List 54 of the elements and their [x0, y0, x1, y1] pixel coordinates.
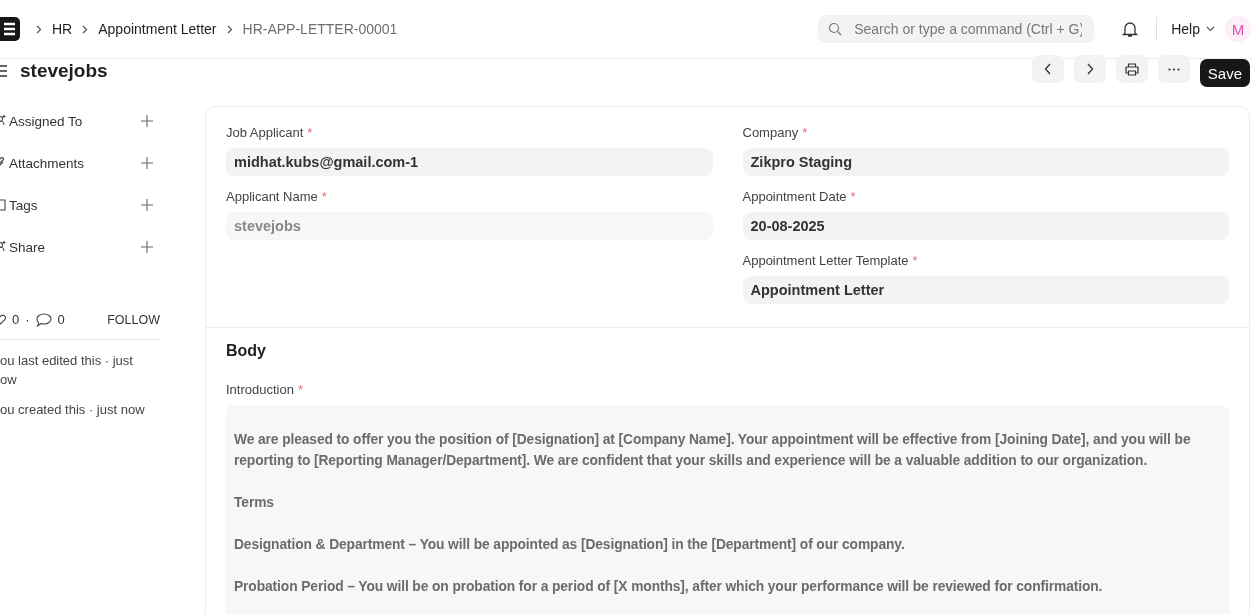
plus-icon[interactable]: [141, 157, 153, 169]
comment-count: 0: [57, 312, 65, 327]
chevron-right-icon: [36, 24, 42, 34]
like-count: 0: [12, 312, 20, 327]
comment-icon[interactable]: [35, 312, 52, 327]
bell-icon[interactable]: [1122, 20, 1139, 38]
chevron-left-icon: [1043, 63, 1052, 75]
field-label: Appointment Date: [742, 189, 847, 204]
chevron-right-icon: [1085, 63, 1094, 75]
page-title: stevejobs: [20, 60, 108, 82]
field-label: Company: [742, 125, 799, 140]
printer-icon: [1124, 62, 1139, 76]
sidebar-label[interactable]: Share: [9, 239, 46, 255]
app-logo-icon[interactable]: [0, 17, 20, 41]
input-field[interactable]: 20-08-2025: [742, 212, 1229, 240]
required-mark: *: [321, 189, 327, 204]
field-label: Applicant Name: [226, 189, 318, 204]
required-mark: *: [850, 189, 856, 204]
sidebar-label[interactable]: Assigned To: [9, 113, 83, 129]
breadcrumb-link[interactable]: Appointment Letter: [98, 21, 217, 37]
search-icon: [828, 22, 843, 36]
separator-dot: ·: [25, 312, 30, 327]
input-field[interactable]: Zikpro Staging: [742, 148, 1229, 176]
chevron-right-icon: [82, 24, 89, 34]
activity-text: ou created this · just now: [0, 401, 146, 419]
breadcrumb-link[interactable]: HR: [52, 21, 73, 37]
save-button[interactable]: Save: [1199, 59, 1250, 87]
print-button[interactable]: [1115, 55, 1148, 83]
plus-icon[interactable]: [141, 241, 153, 253]
chevron-right-icon: [226, 24, 233, 34]
introduction-text-area[interactable]: We are pleased to offer you the position of [Designation] at [Company Name]. Your appointment will be effective from [Joining Date], and you will be reporting to [Reporting Manager/Department]. We are confident that your skills and experience will be a valuable addition to our organization. Terms Designation & Department – You will be appointed as [Designation] in the [Department] of our company. Probation Period – You will be on probation for a period of [X months], after which your performance will be reviewed for confirmation.: [226, 405, 1229, 614]
next-button[interactable]: [1073, 55, 1106, 83]
breadcrumb-link[interactable]: HR-APP-LETTER-00001: [242, 21, 398, 37]
plus-icon[interactable]: [141, 115, 153, 127]
required-mark: *: [912, 253, 918, 268]
section-heading: Body: [226, 342, 267, 360]
sidebar-label[interactable]: Attachments: [9, 155, 85, 171]
field-label: Job Applicant: [226, 125, 304, 140]
field-label: Introduction: [226, 382, 294, 397]
required-mark: *: [307, 125, 313, 140]
more-icon: [1167, 67, 1180, 71]
required-mark: *: [297, 382, 303, 397]
plus-icon[interactable]: [141, 199, 153, 211]
input-field[interactable]: midhat.kubs@gmail.com-1: [226, 148, 713, 176]
sidebar-label[interactable]: Tags: [9, 197, 38, 213]
help-menu-button[interactable]: Help: [1171, 21, 1215, 37]
required-mark: *: [802, 125, 808, 140]
caret-icon: [1206, 26, 1215, 32]
previous-button[interactable]: [1031, 55, 1064, 83]
input-field[interactable]: Appointment Letter: [742, 276, 1229, 304]
follow-link[interactable]: FOLLOW: [107, 312, 160, 327]
field-label: Appointment Letter Template: [742, 253, 909, 268]
menu-icon[interactable]: [0, 64, 8, 78]
activity-text: ou last edited this · just ow: [0, 352, 134, 389]
